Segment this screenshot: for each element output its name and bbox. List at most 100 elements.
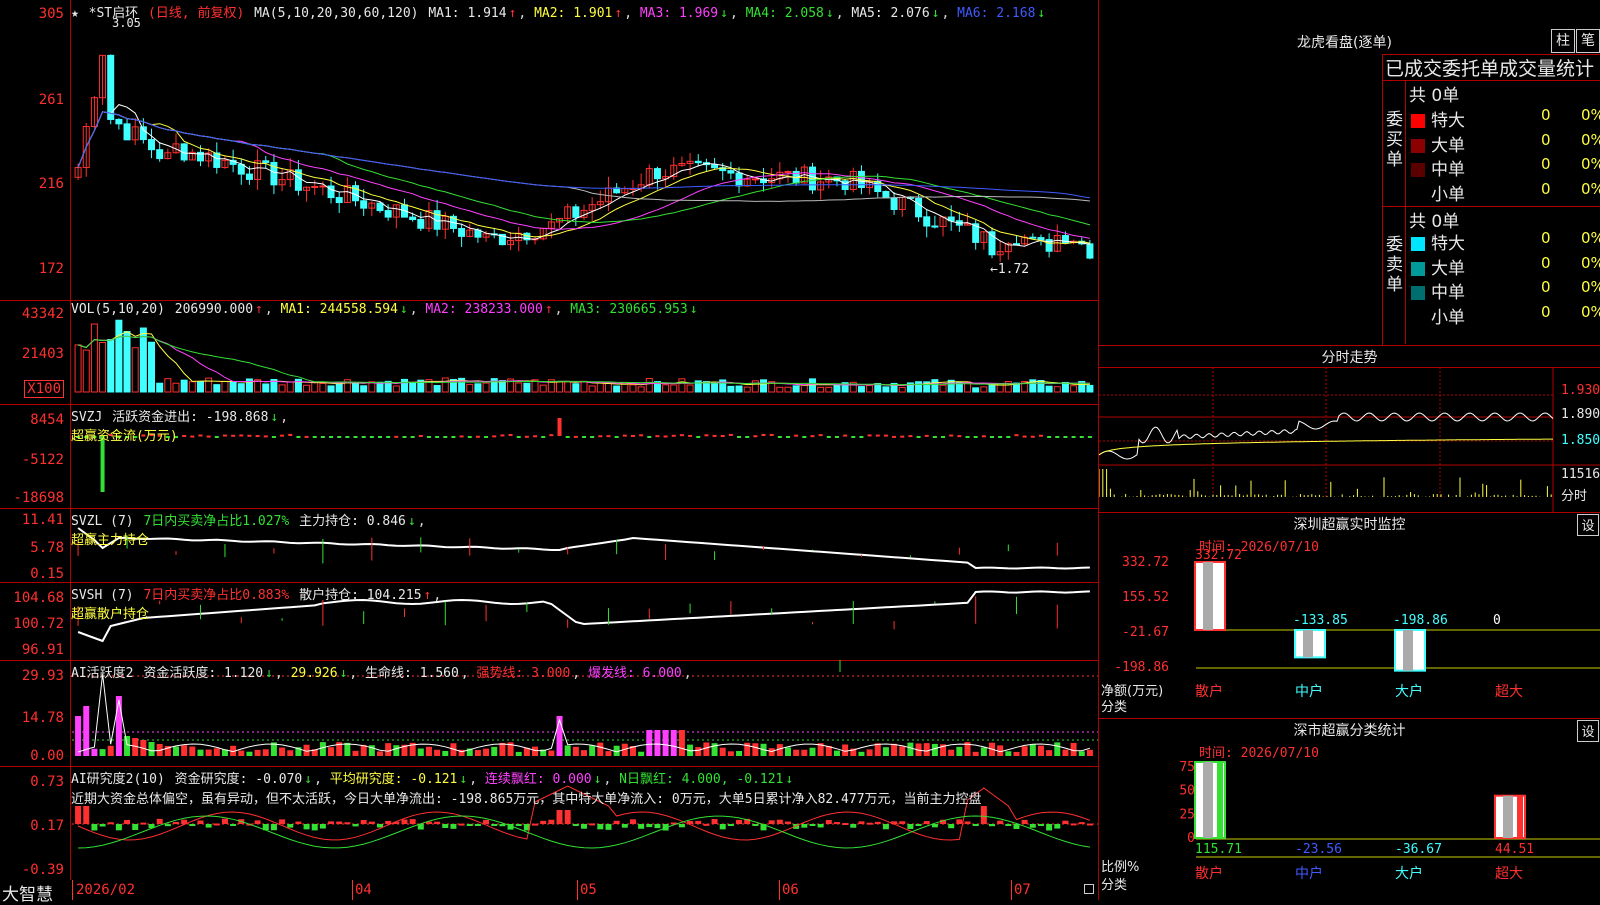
candle-body bbox=[213, 152, 221, 168]
volume-bar bbox=[743, 386, 751, 393]
flow-bar bbox=[867, 434, 872, 437]
volume-bar bbox=[90, 323, 98, 393]
flow-bar bbox=[647, 436, 652, 438]
up-arrow-icon: ↑ bbox=[255, 302, 263, 317]
candle-body bbox=[931, 225, 939, 228]
research-bar bbox=[613, 820, 620, 824]
activity-bar bbox=[442, 750, 449, 756]
volume-bar bbox=[82, 349, 90, 393]
flow-bar bbox=[508, 433, 513, 436]
activity-bar bbox=[1062, 749, 1069, 756]
sz-monitor-chart[interactable]: 332.72 155.52 -21.67 -198.86 332.72 -133.85 -1… bbox=[1099, 512, 1600, 718]
activity-bar bbox=[972, 751, 979, 756]
intraday-panel[interactable]: 分时走势 1.930 1.890 1.850 11516 分时 bbox=[1099, 345, 1600, 513]
volume-bar bbox=[278, 384, 286, 393]
up-arrow-icon: ↑ bbox=[423, 588, 432, 603]
zhu-button[interactable]: 柱 bbox=[1551, 29, 1575, 53]
activity-bar bbox=[899, 746, 906, 756]
down-arrow-icon: ↓ bbox=[459, 772, 468, 787]
class-value-label: 44.51 bbox=[1495, 842, 1534, 857]
volume-bar bbox=[613, 385, 621, 393]
down-arrow-icon: ↓ bbox=[931, 6, 940, 21]
flow-bar bbox=[663, 435, 668, 438]
volume-bar bbox=[539, 384, 547, 393]
bi-button[interactable]: 笔 bbox=[1576, 29, 1600, 53]
research-bar bbox=[989, 824, 995, 827]
volume-bar bbox=[352, 382, 360, 393]
research-bar bbox=[336, 821, 343, 824]
volume-bar bbox=[939, 384, 947, 393]
intraday-chart[interactable] bbox=[1099, 345, 1600, 512]
down-arrow-icon: ↓ bbox=[304, 772, 313, 787]
svzj-legend: SVZJ 活跃资金进出: -198.868 ↓, 超赢资金流(万元) bbox=[71, 410, 289, 444]
research-bar bbox=[1037, 824, 1044, 826]
order-type-label: 特大 bbox=[1431, 234, 1465, 254]
research-bar bbox=[768, 820, 775, 824]
flow-bar bbox=[932, 436, 937, 438]
research-bar bbox=[1062, 820, 1069, 824]
candle-body bbox=[711, 164, 719, 169]
flow-bar bbox=[475, 435, 480, 438]
flow-bar bbox=[794, 434, 799, 437]
flow-bar bbox=[973, 436, 978, 438]
research-bar bbox=[597, 824, 604, 830]
activity-bar bbox=[678, 730, 685, 756]
flow-bar bbox=[1063, 436, 1068, 438]
volume-bar bbox=[686, 384, 694, 393]
volume-bar bbox=[196, 381, 204, 393]
activity-bar bbox=[319, 742, 326, 756]
ai1-title: AI活跃度2 bbox=[71, 666, 134, 681]
ai-activity-panel[interactable]: 29.93 14.78 0.00 AI活跃度2 资金活跃度: 1.120 ↓, 2… bbox=[0, 660, 1098, 767]
volume-panel[interactable]: 43342 21403 X100 VOL(5,10,20) 206990.000… bbox=[0, 300, 1098, 405]
svzj-panel[interactable]: 8454 -5122 -18698 SVZJ 活跃资金进出: -198.868 ↓… bbox=[0, 404, 1098, 509]
svzl-subtitle: 超赢主力持仓 bbox=[71, 533, 150, 548]
activity-bar bbox=[417, 748, 424, 756]
order-count: 0 bbox=[1541, 302, 1551, 321]
activity-bar bbox=[866, 749, 873, 756]
lock-icon[interactable] bbox=[1084, 884, 1094, 894]
flow-bar bbox=[1055, 436, 1060, 438]
volume-bar bbox=[760, 379, 768, 393]
order-count: 0 bbox=[1541, 155, 1551, 173]
activity-bar bbox=[173, 746, 179, 756]
candle-body bbox=[123, 123, 131, 141]
volume-bar bbox=[180, 379, 188, 393]
order-percent: 0% bbox=[1581, 302, 1600, 321]
sz-class-panel[interactable]: 深市超赢分类统计 设 时间: 2026/07/10 75 50 25 0 115.71-… bbox=[1099, 718, 1600, 900]
flow-bar bbox=[900, 435, 905, 438]
research-bar bbox=[923, 821, 930, 824]
svsh-panel[interactable]: 104.68 100.72 96.91 SVSH (7) 7日内买卖净占比0.8… bbox=[0, 582, 1098, 661]
svzl-panel[interactable]: 11.41 5.78 0.15 SVZL (7) 7日内买卖净占比1.027% … bbox=[0, 508, 1098, 583]
candle-body bbox=[417, 219, 425, 229]
research-bar bbox=[678, 824, 685, 828]
color-swatch bbox=[1411, 138, 1425, 153]
flow-bar bbox=[1087, 436, 1092, 438]
ai1-life: 生命线: 1.560 bbox=[365, 666, 459, 681]
kline-panel[interactable]: 305 261 216 172 ★ *ST启环 (日线, 前复权) MA(5,1… bbox=[0, 0, 1098, 301]
flow-bar bbox=[965, 436, 970, 438]
sz-class-chart[interactable]: 75 50 25 0115.71 -23.56 -36.67 44.51 散户 中户 大户 超大 bbox=[1099, 718, 1600, 900]
activity-bar bbox=[532, 746, 539, 756]
research-bar bbox=[556, 810, 563, 824]
order-percent: 0% bbox=[1581, 106, 1600, 124]
class-bar-edge bbox=[1517, 795, 1523, 838]
research-bar bbox=[279, 819, 286, 824]
activity-bar bbox=[727, 751, 734, 756]
volume-bar bbox=[931, 379, 939, 393]
class-y-label: 25 bbox=[1179, 807, 1195, 822]
kline-chart[interactable] bbox=[0, 0, 1098, 300]
ai1-legend: AI活跃度2 资金活跃度: 1.120 ↓, 29.926 ↓, 生命线: 1.56… bbox=[71, 666, 692, 681]
volume-bar bbox=[572, 383, 580, 393]
activity-bar bbox=[279, 747, 286, 756]
category-label: 散户 bbox=[1195, 683, 1223, 700]
research-bar bbox=[458, 823, 465, 826]
flow-bar bbox=[402, 436, 407, 438]
activity-bar bbox=[956, 746, 963, 756]
volume-bar bbox=[556, 381, 564, 393]
sz-monitor-panel[interactable]: 深圳超赢实时监控 设 时间: 2026/07/10 332.72 155.52 -2… bbox=[1099, 512, 1600, 719]
research-bar bbox=[907, 824, 914, 829]
flow-bar bbox=[818, 434, 823, 437]
order-percent: 0% bbox=[1581, 229, 1600, 247]
research-bar bbox=[972, 824, 979, 826]
ai-research-panel[interactable]: 0.73 0.17 -0.39 AI研究度2(10) 资金研究度: -0.070… bbox=[0, 766, 1098, 881]
